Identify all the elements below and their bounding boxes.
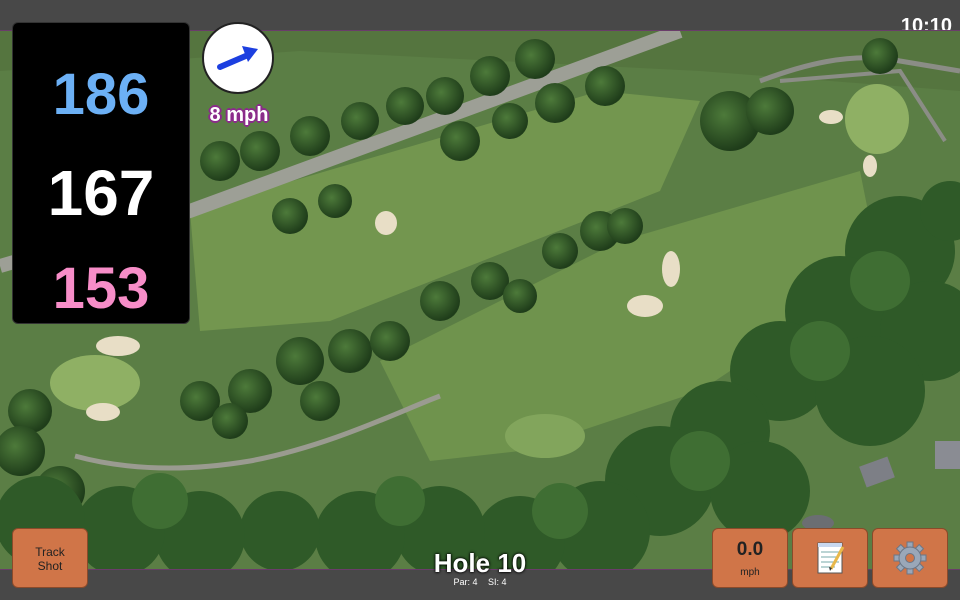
track-shot-button[interactable]: Track Shot bbox=[12, 528, 88, 588]
notes-button[interactable] bbox=[792, 528, 868, 588]
middle-yardage: 167 bbox=[47, 157, 155, 229]
settings-button[interactable] bbox=[872, 528, 948, 588]
gear-icon bbox=[893, 541, 927, 575]
hole-title: Hole 10 bbox=[433, 548, 527, 578]
hole-info: Par: 4 SI: 4 bbox=[380, 577, 580, 587]
yardage-panel: 186 167 153 bbox=[12, 22, 190, 324]
speed-value: 0.0 bbox=[736, 539, 764, 560]
wind-indicator bbox=[202, 22, 274, 94]
wind-speed-label: 8 mph bbox=[209, 104, 269, 126]
speed-unit: mph bbox=[740, 567, 760, 578]
speed-button[interactable]: 0.0 mph bbox=[712, 528, 788, 588]
notepad-icon bbox=[817, 542, 845, 574]
wind-direction-arrow-icon bbox=[217, 46, 258, 70]
hole-stroke-index: SI: 4 bbox=[488, 577, 507, 587]
back-yardage: 186 bbox=[52, 62, 150, 127]
front-yardage: 153 bbox=[52, 256, 150, 321]
hole-par: Par: 4 bbox=[453, 577, 478, 587]
